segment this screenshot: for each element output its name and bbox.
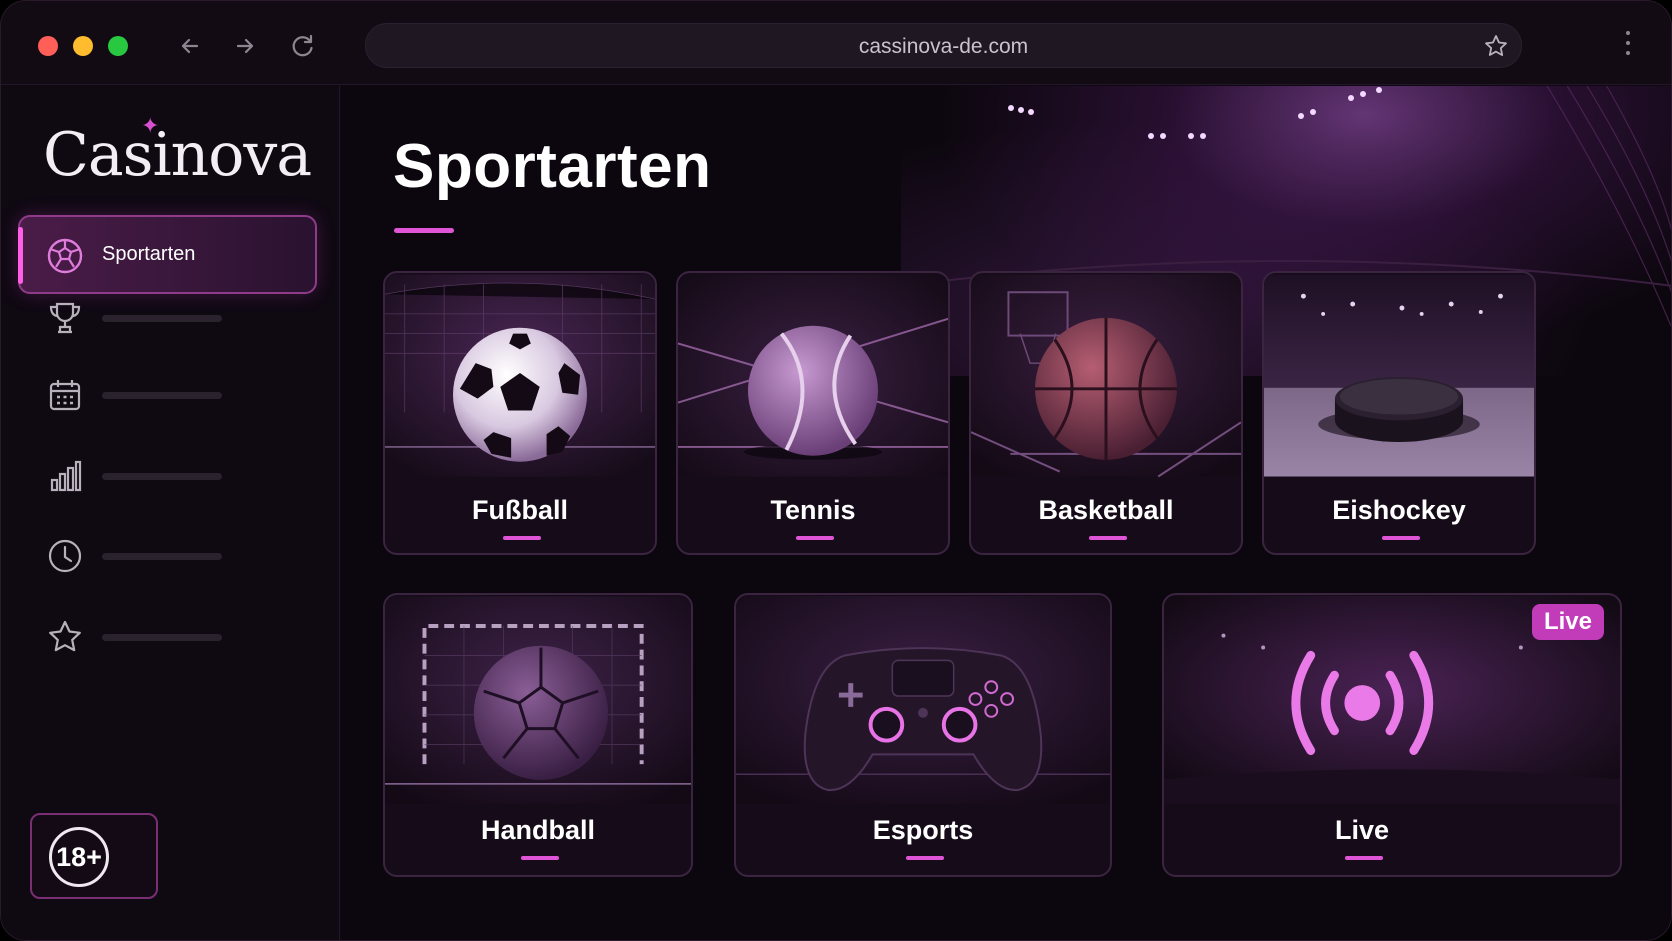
sport-card-eishockey[interactable]: Eishockey: [1262, 271, 1536, 555]
sidebar: Casinova ✦ Sportarten 18+: [1, 86, 340, 940]
main-content: Sportarten Fußball Tennis Basketball Eis…: [341, 86, 1671, 940]
close-window-button[interactable]: [38, 36, 58, 56]
logo[interactable]: Casinova ✦: [43, 114, 312, 200]
card-underline: [1382, 536, 1420, 540]
reload-icon: [292, 34, 313, 57]
sidebar-item-favorites[interactable]: [41, 615, 301, 659]
sidebar-item-calendar[interactable]: [41, 373, 301, 417]
sport-card-tennis[interactable]: Tennis: [676, 271, 950, 555]
arrow-right-icon: [236, 38, 254, 54]
tennis-ball-icon: [678, 274, 948, 477]
sport-card-label: Handball: [480, 815, 595, 845]
hockey-puck-icon: [1264, 274, 1534, 477]
sport-card-basketball[interactable]: Basketball: [969, 271, 1243, 555]
sidebar-item-placeholder: [102, 473, 222, 480]
page-title: Sportarten: [393, 132, 712, 201]
sport-card-label: Basketball: [1038, 495, 1174, 525]
card-underline: [521, 856, 559, 860]
soccer-ball-icon: [385, 274, 655, 477]
card-underline: [796, 536, 834, 540]
sidebar-item-label: Sportarten: [102, 243, 196, 265]
sidebar-item-trophy[interactable]: [41, 296, 301, 340]
card-underline: [503, 536, 541, 540]
sport-card-label: Live: [1334, 815, 1390, 845]
sport-card-live[interactable]: Live Live: [1162, 593, 1622, 877]
browser-window: cassinova-de.com Casinova ✦ Sportarten 1…: [0, 0, 1672, 941]
sidebar-item-stats[interactable]: [41, 454, 301, 498]
browser-menu-button[interactable]: [1623, 31, 1633, 61]
bookmark-button[interactable]: [1483, 33, 1509, 59]
sidebar-item-sportarten[interactable]: Sportarten: [18, 215, 317, 294]
sparkle-icon: ✦: [141, 114, 159, 139]
logo-text: Casinova: [43, 120, 312, 190]
gamepad-icon: [736, 596, 1110, 804]
sport-card-label: Eishockey: [1332, 495, 1466, 525]
sport-card-label: Fußball: [472, 495, 568, 525]
sidebar-item-placeholder: [102, 553, 222, 560]
minimize-window-button[interactable]: [73, 36, 93, 56]
star-icon: [1485, 35, 1507, 56]
age-badge-text: 18+: [49, 827, 109, 887]
back-button[interactable]: [173, 29, 207, 63]
star-icon: [49, 620, 81, 652]
sport-card-label: Esports: [872, 815, 974, 845]
sports-ball-icon: [47, 238, 83, 274]
forward-button[interactable]: [228, 29, 262, 63]
sport-card-fussball[interactable]: Fußball: [383, 271, 657, 555]
age-restriction-badge: 18+: [30, 813, 158, 899]
sport-card-handball[interactable]: Handball: [383, 593, 693, 877]
sidebar-item-history[interactable]: [41, 534, 301, 578]
calendar-icon: [49, 380, 81, 411]
clock-icon: [48, 539, 82, 573]
sport-card-label: Tennis: [770, 495, 856, 525]
title-underline: [394, 228, 454, 233]
reload-button[interactable]: [286, 29, 320, 63]
browser-titlebar: cassinova-de.com: [1, 1, 1671, 85]
arrow-left-icon: [181, 38, 199, 54]
trophy-icon: [49, 302, 81, 334]
bar-chart-icon: [50, 460, 82, 492]
sidebar-item-placeholder: [102, 315, 222, 322]
maximize-window-button[interactable]: [108, 36, 128, 56]
handball-icon: [385, 596, 691, 804]
sidebar-item-placeholder: [102, 392, 222, 399]
card-underline: [1345, 856, 1383, 860]
url-text: cassinova-de.com: [858, 35, 1029, 58]
sidebar-item-placeholder: [102, 634, 222, 641]
sport-card-esports[interactable]: Esports: [734, 593, 1112, 877]
card-underline: [1089, 536, 1127, 540]
address-bar[interactable]: cassinova-de.com: [365, 23, 1522, 68]
live-badge: Live: [1531, 604, 1604, 640]
basketball-icon: [971, 274, 1241, 478]
card-underline: [906, 856, 944, 860]
